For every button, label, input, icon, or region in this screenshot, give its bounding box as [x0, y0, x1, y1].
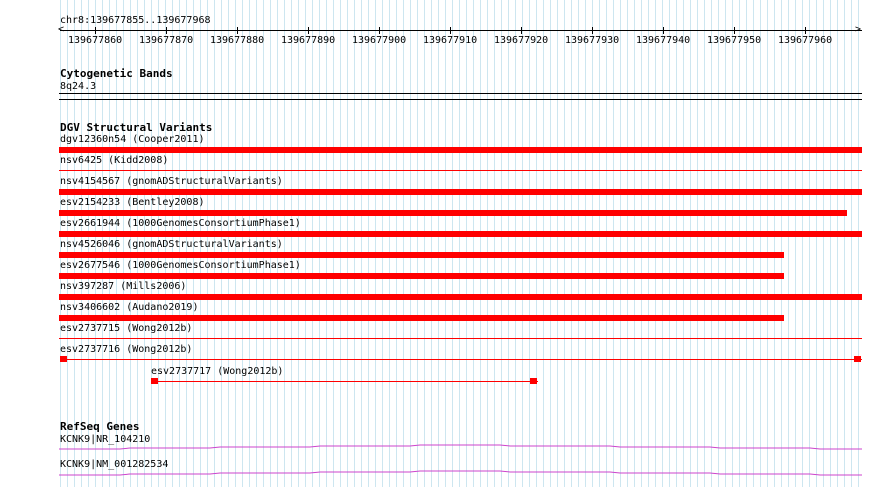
refseq-gene-tracks: [59, 444, 862, 476]
gene-track-kcnk9-nr104210: [59, 444, 862, 450]
gene-track-kcnk9-nm001282534: [59, 470, 862, 476]
